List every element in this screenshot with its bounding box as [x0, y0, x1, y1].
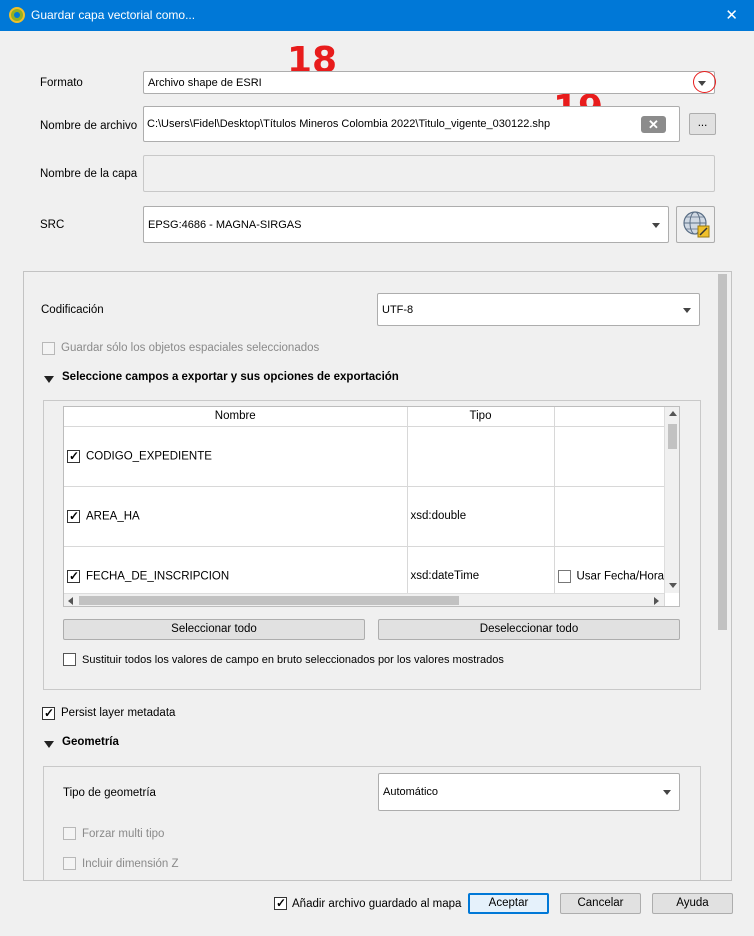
options-scroll-area: Codificación UTF-8 Guardar sólo los obje…: [23, 271, 732, 881]
crs-value: EPSG:4686 - MAGNA-SIRGAS: [148, 218, 302, 231]
persist-metadata-checkbox[interactable]: ✓: [42, 706, 55, 720]
crs-selector-button[interactable]: [676, 206, 715, 243]
fields-section-header[interactable]: Seleccione campos a exportar y sus opcio…: [62, 371, 399, 383]
scroll-left-icon[interactable]: [68, 597, 73, 605]
chevron-down-icon: [652, 222, 660, 228]
field-checkbox[interactable]: ✓: [67, 509, 80, 523]
column-header-name[interactable]: Nombre: [64, 407, 408, 427]
chevron-down-icon: [683, 307, 691, 313]
accept-button[interactable]: Aceptar: [468, 893, 549, 914]
encoding-label: Codificación: [41, 304, 104, 316]
qgis-logo-icon: [9, 7, 25, 23]
field-type: [407, 426, 555, 487]
field-option: [554, 486, 665, 547]
cancel-button[interactable]: Cancelar: [560, 893, 641, 914]
selected-only-checkbox[interactable]: [42, 342, 55, 355]
options-scrollbar[interactable]: [715, 272, 731, 880]
field-name-cell[interactable]: ✓ AREA_HA: [64, 486, 408, 547]
clear-icon[interactable]: ✕: [641, 116, 666, 133]
help-button[interactable]: Ayuda: [652, 893, 733, 914]
vertical-scrollbar[interactable]: [664, 407, 679, 593]
collapse-triangle-icon[interactable]: [44, 741, 54, 748]
layername-input[interactable]: [143, 155, 715, 192]
force-multi-checkbox[interactable]: [63, 827, 76, 840]
scroll-thumb[interactable]: [668, 424, 677, 449]
add-to-map-checkbox[interactable]: ✓: [274, 896, 287, 910]
use-datetime-checkbox[interactable]: [557, 569, 571, 583]
field-name-cell[interactable]: ✓ CODIGO_EXPEDIENTE: [64, 426, 408, 487]
geometry-type-select[interactable]: Automático: [378, 773, 680, 811]
annotation-circle: [693, 71, 716, 93]
collapse-triangle-icon[interactable]: [44, 376, 54, 383]
hscroll-thumb[interactable]: [79, 596, 459, 605]
field-checkbox[interactable]: ✓: [67, 449, 80, 463]
table-row: ✓ CODIGO_EXPEDIENTE: [64, 426, 665, 487]
column-header-options[interactable]: [554, 407, 665, 427]
window-title: Guardar capa vectorial como...: [31, 8, 196, 22]
scroll-up-icon[interactable]: [669, 411, 677, 416]
horizontal-scrollbar[interactable]: [64, 593, 664, 606]
force-multi-label: Forzar multi tipo: [82, 828, 165, 840]
filename-input[interactable]: C:\Users\Fidel\Desktop\Títulos Mineros C…: [143, 106, 680, 142]
field-name: FECHA_DE_INSCRIPCION: [86, 570, 230, 583]
encoding-select[interactable]: UTF-8: [377, 293, 700, 326]
fields-table: Nombre Tipo ✓ CODIGO_EXPEDIENTE ✓ AREA_HA …: [64, 407, 665, 606]
field-checkbox[interactable]: ✓: [67, 569, 80, 583]
close-icon[interactable]: ✕: [725, 6, 738, 24]
scroll-right-icon[interactable]: [654, 597, 659, 605]
options-scroll-thumb[interactable]: [718, 274, 727, 630]
field-name: AREA_HA: [86, 510, 140, 523]
add-to-map-label: Añadir archivo guardado al mapa: [292, 898, 462, 910]
globe-icon: [682, 211, 709, 238]
browse-button[interactable]: ...: [689, 113, 716, 135]
crs-select[interactable]: EPSG:4686 - MAGNA-SIRGAS: [143, 206, 669, 243]
selected-only-label: Guardar sólo los objetos espaciales sele…: [61, 342, 320, 354]
crs-label: SRC: [40, 219, 65, 231]
encoding-value: UTF-8: [382, 303, 414, 316]
fields-table-container: Nombre Tipo ✓ CODIGO_EXPEDIENTE ✓ AREA_HA …: [63, 406, 680, 607]
chevron-down-icon: [663, 790, 671, 795]
deselect-all-button[interactable]: Deseleccionar todo: [378, 619, 680, 640]
field-option: Usar Fecha/Hora: [576, 570, 664, 583]
replace-values-label: Sustituir todos los valores de campo en …: [82, 654, 504, 666]
geometry-type-label: Tipo de geometría: [63, 787, 156, 799]
geometry-panel: Tipo de geometría Automático Forzar mult…: [43, 766, 701, 880]
field-option: [554, 426, 665, 487]
format-value: Archivo shape de ESRI: [148, 76, 262, 89]
replace-values-checkbox[interactable]: [63, 653, 76, 666]
include-z-checkbox[interactable]: [63, 857, 76, 870]
filename-label: Nombre de archivo: [40, 120, 138, 132]
column-header-type[interactable]: Tipo: [407, 407, 555, 427]
include-z-label: Incluir dimensión Z: [82, 858, 179, 870]
select-all-button[interactable]: Seleccionar todo: [63, 619, 365, 640]
fields-panel: Nombre Tipo ✓ CODIGO_EXPEDIENTE ✓ AREA_HA …: [43, 400, 701, 690]
format-label: Formato: [40, 77, 83, 89]
persist-metadata-label: Persist layer metadata: [61, 707, 176, 719]
scroll-down-icon[interactable]: [669, 583, 677, 588]
geometry-section-header[interactable]: Geometría: [62, 736, 119, 748]
field-type: xsd:double: [407, 486, 555, 547]
field-name: CODIGO_EXPEDIENTE: [86, 450, 212, 463]
layername-label: Nombre de la capa: [40, 168, 138, 180]
filename-value: C:\Users\Fidel\Desktop\Títulos Mineros C…: [147, 118, 551, 130]
title-bar: Guardar capa vectorial como... ✕: [0, 0, 754, 31]
format-select[interactable]: Archivo shape de ESRI: [143, 71, 715, 94]
geometry-type-value: Automático: [383, 786, 439, 798]
table-row: ✓ AREA_HA xsd:double: [64, 486, 665, 547]
